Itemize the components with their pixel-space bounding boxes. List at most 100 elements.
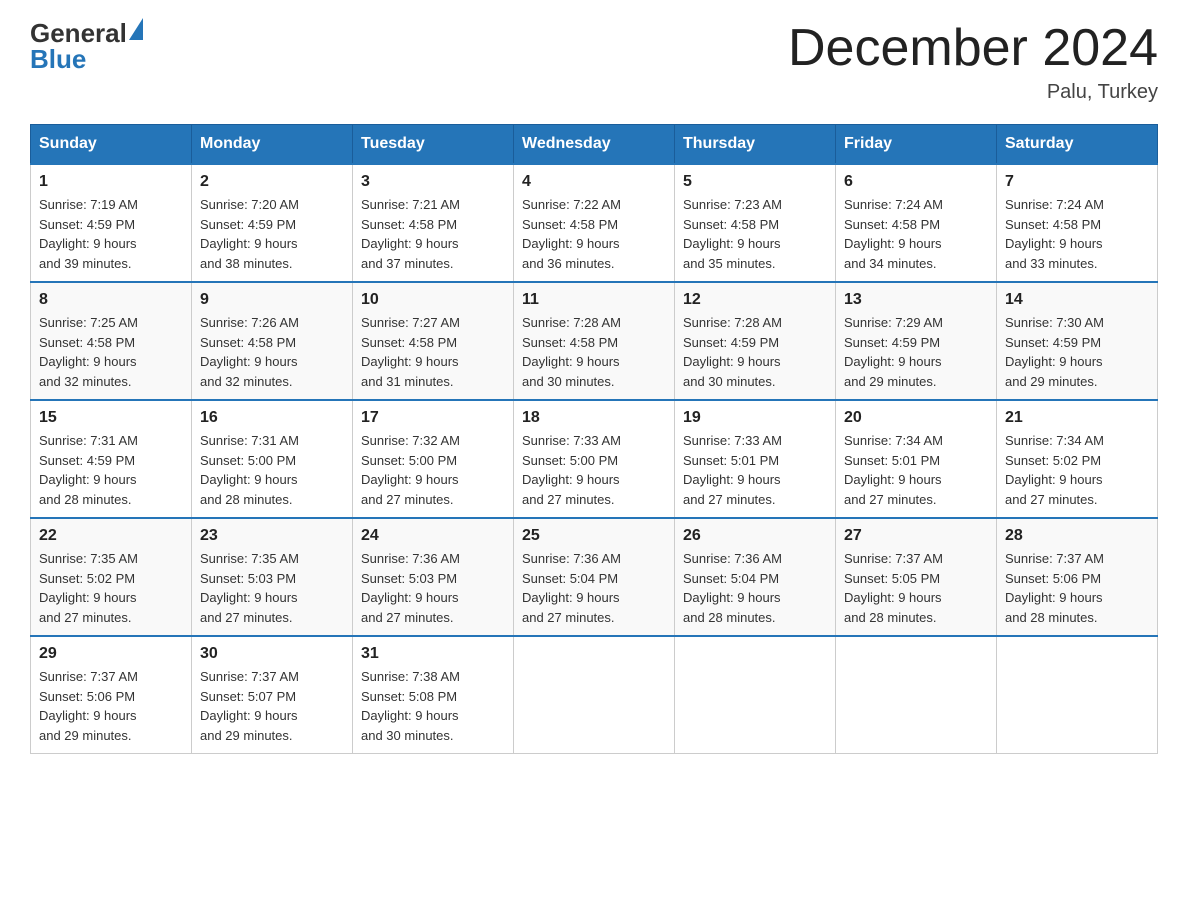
day-info: Sunrise: 7:36 AM Sunset: 5:04 PM Dayligh… [683, 549, 827, 627]
day-number: 29 [39, 645, 183, 663]
month-title: December 2024 [788, 20, 1158, 77]
day-info: Sunrise: 7:37 AM Sunset: 5:07 PM Dayligh… [200, 667, 344, 745]
day-info: Sunrise: 7:28 AM Sunset: 4:59 PM Dayligh… [683, 313, 827, 391]
day-number: 13 [844, 291, 988, 309]
calendar-cell: 5 Sunrise: 7:23 AM Sunset: 4:58 PM Dayli… [675, 164, 836, 282]
calendar-cell: 6 Sunrise: 7:24 AM Sunset: 4:58 PM Dayli… [836, 164, 997, 282]
day-number: 28 [1005, 527, 1149, 545]
calendar-cell: 29 Sunrise: 7:37 AM Sunset: 5:06 PM Dayl… [31, 636, 192, 754]
day-info: Sunrise: 7:37 AM Sunset: 5:06 PM Dayligh… [1005, 549, 1149, 627]
calendar-cell: 27 Sunrise: 7:37 AM Sunset: 5:05 PM Dayl… [836, 518, 997, 636]
calendar-cell [514, 636, 675, 754]
day-number: 1 [39, 173, 183, 191]
calendar-cell: 26 Sunrise: 7:36 AM Sunset: 5:04 PM Dayl… [675, 518, 836, 636]
day-number: 18 [522, 409, 666, 427]
calendar-cell: 9 Sunrise: 7:26 AM Sunset: 4:58 PM Dayli… [192, 282, 353, 400]
week-row-3: 15 Sunrise: 7:31 AM Sunset: 4:59 PM Dayl… [31, 400, 1158, 518]
day-number: 2 [200, 173, 344, 191]
day-number: 26 [683, 527, 827, 545]
day-info: Sunrise: 7:36 AM Sunset: 5:03 PM Dayligh… [361, 549, 505, 627]
calendar-cell: 22 Sunrise: 7:35 AM Sunset: 5:02 PM Dayl… [31, 518, 192, 636]
calendar-cell: 30 Sunrise: 7:37 AM Sunset: 5:07 PM Dayl… [192, 636, 353, 754]
day-number: 6 [844, 173, 988, 191]
calendar-table: SundayMondayTuesdayWednesdayThursdayFrid… [30, 124, 1158, 754]
logo-triangle-icon [129, 18, 143, 40]
day-info: Sunrise: 7:31 AM Sunset: 5:00 PM Dayligh… [200, 431, 344, 509]
day-number: 9 [200, 291, 344, 309]
day-number: 5 [683, 173, 827, 191]
day-number: 20 [844, 409, 988, 427]
day-info: Sunrise: 7:26 AM Sunset: 4:58 PM Dayligh… [200, 313, 344, 391]
calendar-cell: 10 Sunrise: 7:27 AM Sunset: 4:58 PM Dayl… [353, 282, 514, 400]
calendar-cell: 13 Sunrise: 7:29 AM Sunset: 4:59 PM Dayl… [836, 282, 997, 400]
day-info: Sunrise: 7:36 AM Sunset: 5:04 PM Dayligh… [522, 549, 666, 627]
calendar-cell: 12 Sunrise: 7:28 AM Sunset: 4:59 PM Dayl… [675, 282, 836, 400]
day-info: Sunrise: 7:27 AM Sunset: 4:58 PM Dayligh… [361, 313, 505, 391]
day-number: 15 [39, 409, 183, 427]
page-header: General Blue December 2024 Palu, Turkey [30, 20, 1158, 104]
day-number: 10 [361, 291, 505, 309]
day-info: Sunrise: 7:22 AM Sunset: 4:58 PM Dayligh… [522, 195, 666, 273]
calendar-cell: 7 Sunrise: 7:24 AM Sunset: 4:58 PM Dayli… [997, 164, 1158, 282]
calendar-cell: 14 Sunrise: 7:30 AM Sunset: 4:59 PM Dayl… [997, 282, 1158, 400]
day-number: 31 [361, 645, 505, 663]
week-row-2: 8 Sunrise: 7:25 AM Sunset: 4:58 PM Dayli… [31, 282, 1158, 400]
calendar-cell [997, 636, 1158, 754]
weekday-header-sunday: Sunday [31, 125, 192, 165]
weekday-header-row: SundayMondayTuesdayWednesdayThursdayFrid… [31, 125, 1158, 165]
day-info: Sunrise: 7:38 AM Sunset: 5:08 PM Dayligh… [361, 667, 505, 745]
day-number: 19 [683, 409, 827, 427]
calendar-cell: 28 Sunrise: 7:37 AM Sunset: 5:06 PM Dayl… [997, 518, 1158, 636]
day-info: Sunrise: 7:32 AM Sunset: 5:00 PM Dayligh… [361, 431, 505, 509]
calendar-cell: 15 Sunrise: 7:31 AM Sunset: 4:59 PM Dayl… [31, 400, 192, 518]
day-number: 23 [200, 527, 344, 545]
day-number: 22 [39, 527, 183, 545]
calendar-cell: 25 Sunrise: 7:36 AM Sunset: 5:04 PM Dayl… [514, 518, 675, 636]
day-info: Sunrise: 7:20 AM Sunset: 4:59 PM Dayligh… [200, 195, 344, 273]
week-row-1: 1 Sunrise: 7:19 AM Sunset: 4:59 PM Dayli… [31, 164, 1158, 282]
week-row-5: 29 Sunrise: 7:37 AM Sunset: 5:06 PM Dayl… [31, 636, 1158, 754]
day-number: 25 [522, 527, 666, 545]
day-info: Sunrise: 7:37 AM Sunset: 5:06 PM Dayligh… [39, 667, 183, 745]
day-number: 14 [1005, 291, 1149, 309]
day-number: 16 [200, 409, 344, 427]
calendar-cell: 21 Sunrise: 7:34 AM Sunset: 5:02 PM Dayl… [997, 400, 1158, 518]
calendar-cell [836, 636, 997, 754]
calendar-cell: 24 Sunrise: 7:36 AM Sunset: 5:03 PM Dayl… [353, 518, 514, 636]
day-number: 4 [522, 173, 666, 191]
location-text: Palu, Turkey [788, 81, 1158, 104]
day-info: Sunrise: 7:23 AM Sunset: 4:58 PM Dayligh… [683, 195, 827, 273]
weekday-header-saturday: Saturday [997, 125, 1158, 165]
day-info: Sunrise: 7:30 AM Sunset: 4:59 PM Dayligh… [1005, 313, 1149, 391]
day-info: Sunrise: 7:35 AM Sunset: 5:02 PM Dayligh… [39, 549, 183, 627]
calendar-cell: 17 Sunrise: 7:32 AM Sunset: 5:00 PM Dayl… [353, 400, 514, 518]
calendar-cell: 1 Sunrise: 7:19 AM Sunset: 4:59 PM Dayli… [31, 164, 192, 282]
calendar-cell: 11 Sunrise: 7:28 AM Sunset: 4:58 PM Dayl… [514, 282, 675, 400]
weekday-header-thursday: Thursday [675, 125, 836, 165]
title-section: December 2024 Palu, Turkey [788, 20, 1158, 104]
day-number: 17 [361, 409, 505, 427]
day-number: 7 [1005, 173, 1149, 191]
day-info: Sunrise: 7:29 AM Sunset: 4:59 PM Dayligh… [844, 313, 988, 391]
calendar-cell: 16 Sunrise: 7:31 AM Sunset: 5:00 PM Dayl… [192, 400, 353, 518]
weekday-header-tuesday: Tuesday [353, 125, 514, 165]
calendar-cell: 31 Sunrise: 7:38 AM Sunset: 5:08 PM Dayl… [353, 636, 514, 754]
weekday-header-wednesday: Wednesday [514, 125, 675, 165]
day-info: Sunrise: 7:34 AM Sunset: 5:02 PM Dayligh… [1005, 431, 1149, 509]
day-info: Sunrise: 7:34 AM Sunset: 5:01 PM Dayligh… [844, 431, 988, 509]
day-number: 27 [844, 527, 988, 545]
logo-general-text: General [30, 20, 127, 46]
day-info: Sunrise: 7:21 AM Sunset: 4:58 PM Dayligh… [361, 195, 505, 273]
calendar-cell [675, 636, 836, 754]
logo-blue-text: Blue [30, 46, 86, 72]
day-info: Sunrise: 7:24 AM Sunset: 4:58 PM Dayligh… [1005, 195, 1149, 273]
day-info: Sunrise: 7:35 AM Sunset: 5:03 PM Dayligh… [200, 549, 344, 627]
calendar-cell: 23 Sunrise: 7:35 AM Sunset: 5:03 PM Dayl… [192, 518, 353, 636]
day-info: Sunrise: 7:28 AM Sunset: 4:58 PM Dayligh… [522, 313, 666, 391]
calendar-cell: 3 Sunrise: 7:21 AM Sunset: 4:58 PM Dayli… [353, 164, 514, 282]
day-info: Sunrise: 7:33 AM Sunset: 5:00 PM Dayligh… [522, 431, 666, 509]
weekday-header-monday: Monday [192, 125, 353, 165]
day-number: 12 [683, 291, 827, 309]
weekday-header-friday: Friday [836, 125, 997, 165]
day-info: Sunrise: 7:31 AM Sunset: 4:59 PM Dayligh… [39, 431, 183, 509]
